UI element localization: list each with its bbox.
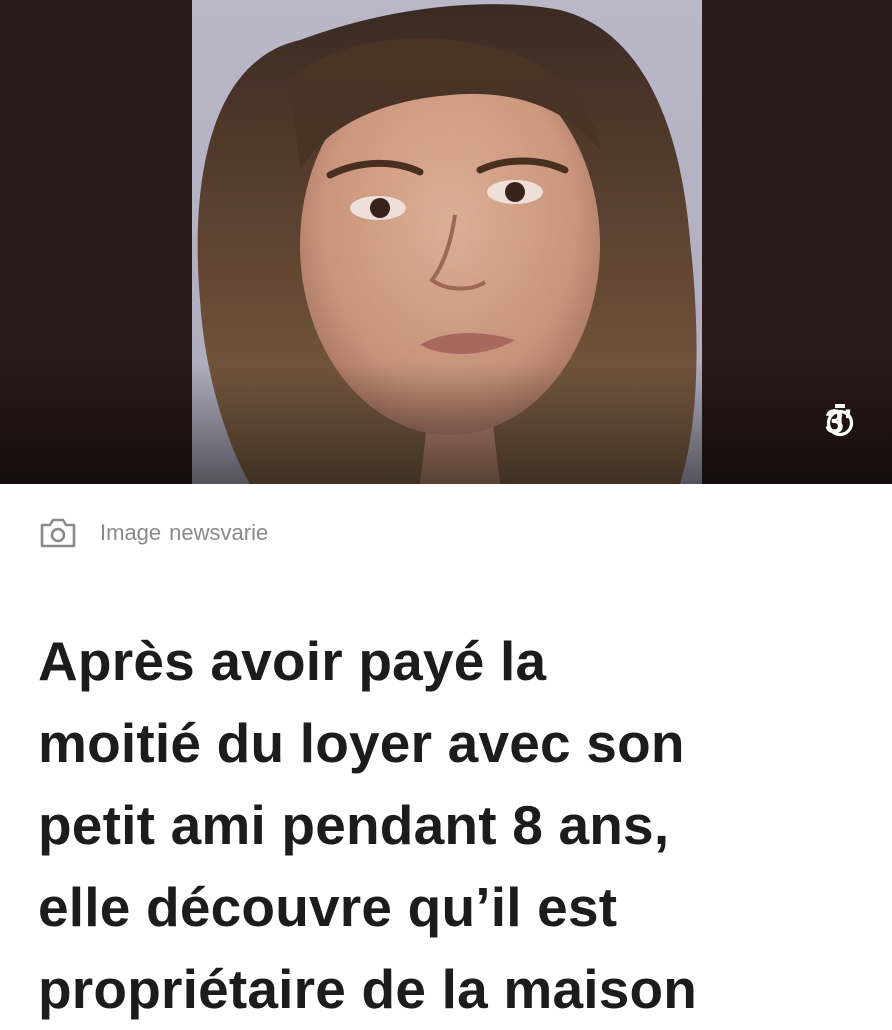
headline-line: petit ami pendant 8 ans, bbox=[38, 794, 670, 856]
headline-line: elle découvre qu’il est bbox=[38, 876, 618, 938]
credit-label: Image bbox=[100, 520, 162, 545]
video-duration: 3' bbox=[825, 403, 854, 442]
credit-source: newsvarie bbox=[169, 520, 269, 545]
headline-line: Après avoir payé la bbox=[38, 630, 547, 692]
camera-icon bbox=[40, 518, 76, 548]
headline-line: propriétaire de la maison bbox=[38, 958, 698, 1020]
portrait-photo bbox=[0, 0, 892, 484]
stopwatch-icon bbox=[826, 404, 854, 437]
image-credit: Image newsvarie bbox=[38, 517, 268, 549]
article-headline[interactable]: Après avoir payé la moitié du loyer avec… bbox=[38, 620, 868, 1030]
headline-line: moitié du loyer avec son bbox=[38, 712, 685, 774]
article-photo[interactable]: 3' bbox=[0, 0, 892, 484]
